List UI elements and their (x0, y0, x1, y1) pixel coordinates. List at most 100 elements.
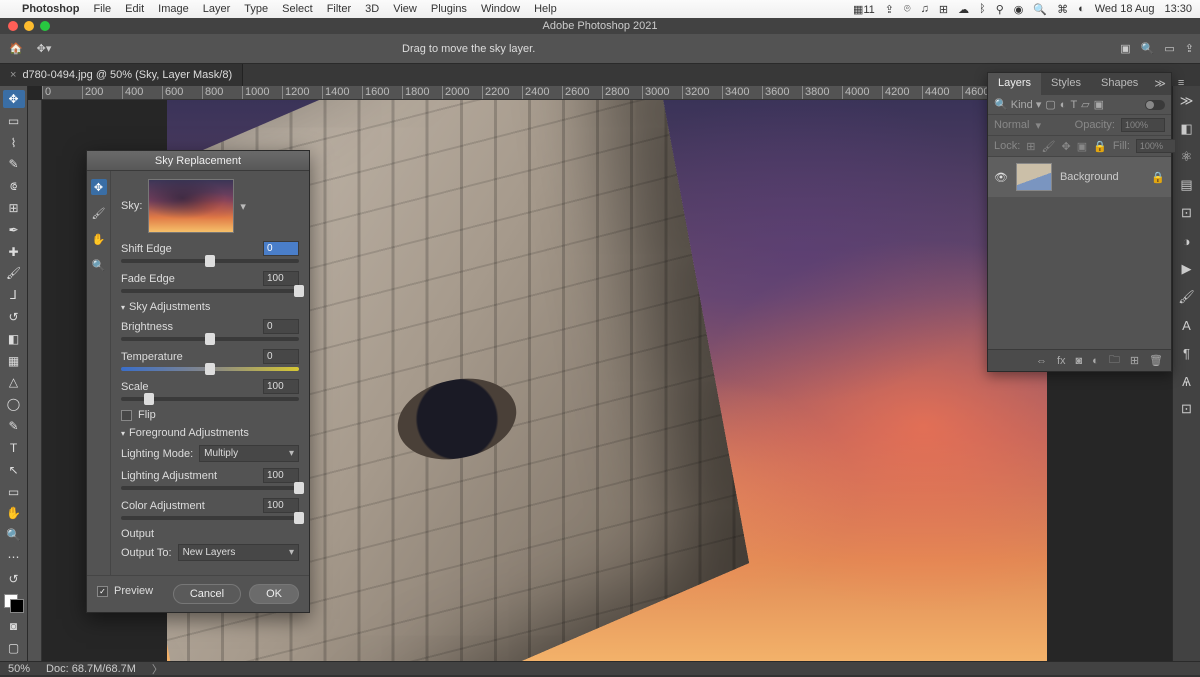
minimize-window-button[interactable] (24, 21, 34, 31)
frame-tool[interactable]: ⊞ (3, 199, 25, 217)
doc-size[interactable]: Doc: 68.7M/68.7M (46, 663, 136, 675)
zoom-level[interactable]: 50% (8, 663, 30, 675)
output-to-select[interactable]: New Layers (178, 544, 299, 561)
filter-kind-label[interactable]: 🔍 Kind ▾ (994, 98, 1041, 111)
close-window-button[interactable] (8, 21, 18, 31)
sky-move-tool-icon[interactable]: ✥ (91, 179, 107, 195)
menu-image[interactable]: Image (158, 3, 189, 15)
filter-type-icon[interactable]: T (1070, 99, 1077, 111)
lock-artboard-icon[interactable]: ▣ (1077, 140, 1087, 153)
libraries-panel-icon[interactable]: ⊡ (1178, 204, 1196, 222)
menubar-icon-2[interactable]: ♫ (921, 3, 929, 15)
new-layer-icon[interactable]: ⊞ (1130, 354, 1139, 367)
lock-pixels-icon[interactable]: 🖌 (1042, 140, 1056, 153)
type-tool[interactable]: T (3, 439, 25, 457)
menubar-icon-1[interactable]: ⌾ (904, 3, 911, 16)
status-more-icon[interactable]: 〉 (152, 661, 163, 677)
search-icon[interactable]: 🔍 (1033, 3, 1047, 16)
color-swatches[interactable] (4, 594, 24, 614)
scale-value[interactable]: 100 (263, 379, 299, 394)
cancel-button[interactable]: Cancel (173, 584, 241, 604)
menubar-time[interactable]: 13:30 (1164, 3, 1192, 15)
gradient-tool[interactable]: ▦ (3, 352, 25, 370)
bluetooth-icon[interactable]: ᛒ (979, 3, 986, 15)
battery-icon[interactable]: ◉ (1014, 3, 1024, 16)
layers-panel-menu-icon[interactable]: ≡ (1172, 73, 1190, 95)
dialog-titlebar[interactable]: Sky Replacement (87, 151, 309, 171)
flip-checkbox[interactable]: Flip (121, 409, 299, 421)
brush-tool[interactable]: 🖌 (3, 265, 25, 283)
edit-toolbar[interactable]: ↺ (3, 570, 25, 588)
color-adj-value[interactable]: 100 (263, 498, 299, 513)
sky-preset-thumbnail[interactable] (148, 179, 234, 233)
layer-lock-icon[interactable]: 🔒 (1151, 171, 1165, 184)
sky-hand-tool-icon[interactable]: ✋ (91, 231, 107, 247)
path-tool[interactable]: ↖ (3, 461, 25, 479)
menu-window[interactable]: Window (481, 3, 520, 15)
zoom-tool[interactable]: 🔍 (3, 526, 25, 544)
menu-app-name[interactable]: Photoshop (22, 3, 79, 15)
dropbox-icon[interactable]: ⇪ (885, 3, 894, 16)
shape-tool[interactable]: ▭ (3, 483, 25, 501)
marquee-tool[interactable]: ▭ (3, 112, 25, 130)
blend-mode-select[interactable]: Normal (994, 119, 1029, 131)
layer-name[interactable]: Background (1060, 171, 1119, 183)
menu-edit[interactable]: Edit (125, 3, 144, 15)
menu-layer[interactable]: Layer (203, 3, 231, 15)
filter-adjust-icon[interactable]: ◐ (1060, 99, 1067, 111)
lasso-tool[interactable]: ⌇ (3, 134, 25, 152)
crop-tool[interactable]: ⟃ (3, 177, 25, 195)
lighting-adj-value[interactable]: 100 (263, 468, 299, 483)
fade-edge-slider[interactable] (121, 289, 299, 293)
menu-help[interactable]: Help (534, 3, 557, 15)
filter-smart-icon[interactable]: ▣ (1094, 98, 1104, 111)
menubar-count-icon[interactable]: ▦11 (853, 3, 875, 16)
menu-plugins[interactable]: Plugins (431, 3, 467, 15)
blur-tool[interactable]: △ (3, 374, 25, 392)
quickmask-toggle[interactable]: ◙ (3, 617, 25, 635)
lighting-mode-select[interactable]: Multiply (199, 445, 299, 462)
menu-3d[interactable]: 3D (365, 3, 379, 15)
hand-tool[interactable]: ✋ (3, 504, 25, 522)
move-tool[interactable]: ✥ (3, 90, 25, 108)
temperature-value[interactable]: 0 (263, 349, 299, 364)
menu-select[interactable]: Select (282, 3, 313, 15)
sky-zoom-tool-icon[interactable]: 🔍 (91, 257, 107, 273)
fg-adjustments-header[interactable]: ▾Foreground Adjustments (121, 427, 299, 439)
swatches-panel-icon[interactable]: ▤ (1178, 176, 1196, 194)
paragraph-panel-icon[interactable]: ¶ (1178, 344, 1196, 362)
healing-tool[interactable]: ✚ (3, 243, 25, 261)
menubar-icon-3[interactable]: ⊞ (939, 3, 948, 16)
opacity-input[interactable] (1121, 118, 1165, 132)
workspace-icon[interactable]: ▭ (1164, 42, 1174, 55)
layer-row-background[interactable]: 👁 Background 🔒 (988, 157, 1171, 197)
filter-pixel-icon[interactable]: ▢ (1045, 98, 1055, 111)
pen-tool[interactable]: ✎ (3, 417, 25, 435)
layer-thumbnail[interactable] (1016, 163, 1052, 191)
info-panel-icon[interactable]: ⊡ (1178, 400, 1196, 418)
color-panel-icon[interactable]: ◧ (1178, 120, 1196, 138)
link-layers-icon[interactable]: ⇔ (1036, 355, 1047, 367)
screenmode-toggle[interactable]: ▢ (3, 639, 25, 657)
glyphs-panel-icon[interactable]: Ѧ (1178, 372, 1196, 390)
fill-input[interactable] (1136, 139, 1176, 153)
menu-filter[interactable]: Filter (327, 3, 351, 15)
menubar-icon-4[interactable]: ☁︎ (958, 3, 969, 16)
home-button[interactable]: 🏠 (6, 39, 26, 59)
document-tab[interactable]: × d780-0494.jpg @ 50% (Sky, Layer Mask/8… (0, 64, 243, 86)
wifi-icon[interactable]: ⚲ (996, 3, 1004, 16)
share-icon[interactable]: ⇪ (1185, 42, 1194, 55)
new-adjustment-icon[interactable]: ◐ (1092, 355, 1099, 367)
menu-file[interactable]: File (93, 3, 111, 15)
tab-styles[interactable]: Styles (1041, 73, 1091, 95)
tool-more[interactable]: ⋯ (3, 548, 25, 566)
character-panel-a-icon[interactable]: A (1178, 316, 1196, 334)
dodge-tool[interactable]: ◯ (3, 395, 25, 413)
eraser-tool[interactable]: ◧ (3, 330, 25, 348)
ok-button[interactable]: OK (249, 584, 299, 604)
lock-transparent-icon[interactable]: ⊞ (1026, 140, 1035, 153)
eyedropper-tool[interactable]: ✒ (3, 221, 25, 239)
sky-adjustments-header[interactable]: ▾Sky Adjustments (121, 301, 299, 313)
brightness-slider[interactable] (121, 337, 299, 341)
search-loupe-icon[interactable]: 🔍 (1141, 42, 1155, 55)
